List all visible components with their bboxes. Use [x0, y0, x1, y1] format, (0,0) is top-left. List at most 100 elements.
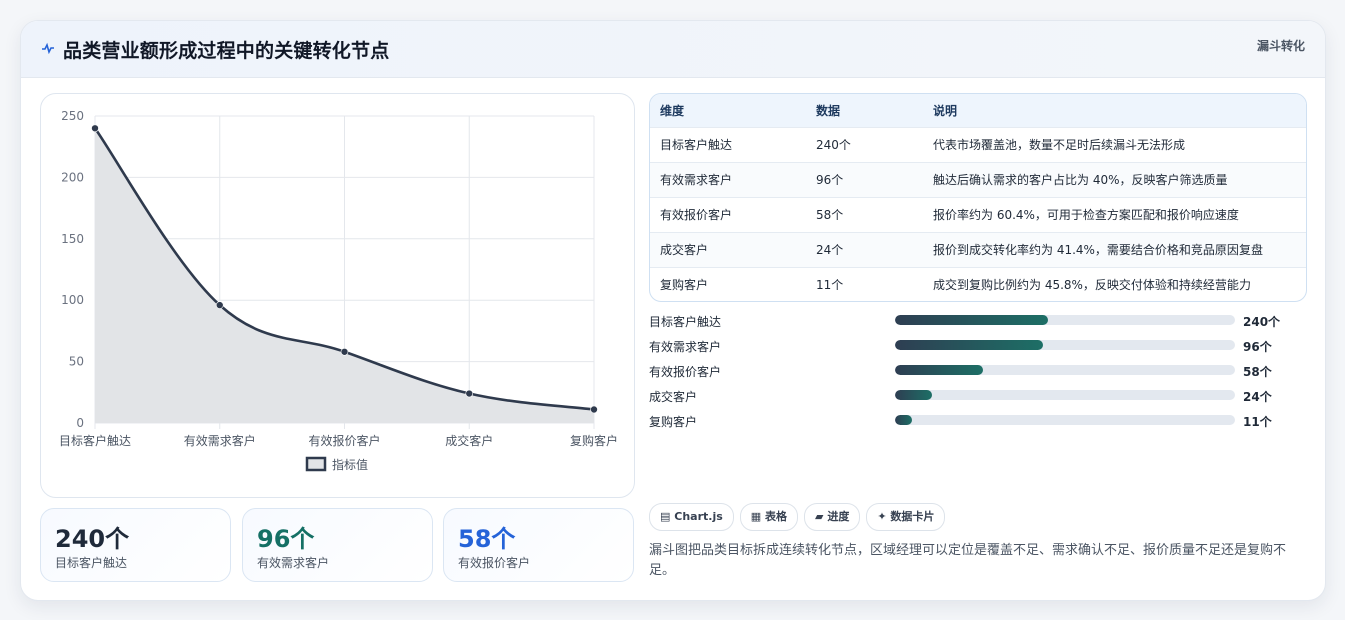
- table-header-row: 维度 数据 说明: [650, 94, 1306, 127]
- table-cell: 24个: [806, 231, 923, 267]
- table-cell: 目标客户触达: [650, 126, 806, 162]
- line-chart[interactable]: 0 50 100 150 200 250 目标客户触达 有效需求客户 有效报价客户 成交客户 复购客…: [41, 94, 634, 497]
- x-tick-label: 有效需求客户: [184, 433, 256, 448]
- x-tick-label: 复购客户: [570, 433, 618, 448]
- progress-value: 240个: [1243, 315, 1281, 329]
- progress-track: [895, 340, 1235, 350]
- progress-icon: ▰: [815, 510, 824, 523]
- progress-track: [895, 315, 1235, 325]
- table-cell: 报价到成交转化率约为 41.4%，需要结合价格和竞品原因复盘: [923, 231, 1306, 267]
- data-point: [91, 124, 99, 133]
- data-point: [340, 347, 349, 356]
- tag-list: ▤ Chart.js ▦ 表格 ▰ 进度 ✦ 数据卡片: [649, 503, 951, 531]
- page-title: 品类营业额形成过程中的关键转化节点: [63, 40, 390, 62]
- progress-label: 成交客户: [649, 390, 698, 404]
- stat-value: 240个: [55, 525, 130, 553]
- stat-card-0: 240个 目标客户触达: [40, 508, 231, 582]
- stat-card-2: 58个 有效报价客户: [443, 508, 634, 582]
- pulse-icon: [42, 42, 54, 54]
- y-tick-label: 50: [69, 355, 84, 369]
- x-tick-label: 有效报价客户: [308, 433, 380, 448]
- progress-row: 有效报价客户 58个: [649, 363, 1309, 388]
- table-icon: ▦: [750, 510, 762, 523]
- table-cell: 复购客户: [650, 266, 806, 301]
- tag-chartjs[interactable]: ▤ Chart.js: [649, 503, 734, 531]
- progress-fill: [895, 390, 932, 400]
- data-point: [590, 405, 598, 414]
- progress-value: 96个: [1243, 340, 1272, 354]
- tag-progress[interactable]: ▰ 进度: [804, 503, 861, 531]
- y-tick-label: 150: [61, 232, 84, 246]
- progress-label: 复购客户: [649, 415, 698, 429]
- table-cell: 有效报价客户: [650, 196, 806, 232]
- y-tick-label: 100: [61, 293, 84, 307]
- progress-track: [895, 365, 1235, 375]
- progress-fill: [895, 315, 1048, 325]
- progress-row: 复购客户 11个: [649, 413, 1309, 438]
- table-row: 复购客户 11个 成交到复购比例约为 45.8%，反映交付体验和持续经营能力: [650, 266, 1306, 301]
- progress-label: 有效需求客户: [649, 340, 722, 354]
- stat-label: 有效需求客户: [257, 556, 330, 570]
- progress-row: 成交客户 24个: [649, 388, 1309, 413]
- table-cell: 成交到复购比例约为 45.8%，反映交付体验和持续经营能力: [923, 266, 1306, 301]
- data-table: 维度 数据 说明 目标客户触达 240个 代表市场覆盖池，数量不足时后续漏斗无法…: [650, 94, 1306, 301]
- table-cell: 240个: [806, 126, 923, 162]
- type-badge: 漏斗转化: [1256, 39, 1305, 53]
- progress-row: 目标客户触达 240个: [649, 313, 1309, 338]
- table-header: 数据: [816, 103, 841, 118]
- table-row: 有效报价客户 58个 报价率约为 60.4%，可用于检查方案匹配和报价响应速度: [650, 196, 1306, 232]
- progress-label: 目标客户触达: [649, 315, 722, 329]
- tag-label: 进度: [827, 510, 850, 523]
- description-text: 漏斗图把品类目标拆成连续转化节点，区域经理可以定位是覆盖不足、需求确认不足、报价…: [649, 543, 1287, 578]
- stat-value: 96个: [257, 525, 315, 553]
- table-cell: 报价率约为 60.4%，可用于检查方案匹配和报价响应速度: [923, 196, 1306, 232]
- stat-label: 有效报价客户: [458, 556, 531, 570]
- progress-fill: [895, 340, 1043, 350]
- y-tick-label: 200: [61, 170, 84, 184]
- table-cell: 11个: [806, 266, 923, 301]
- chart-icon: ▤: [660, 510, 671, 523]
- progress-row: 有效需求客户 96个: [649, 338, 1309, 363]
- card-icon: ✦: [877, 510, 887, 523]
- x-tick-label: 目标客户触达: [59, 433, 131, 448]
- table-cell: 有效需求客户: [650, 161, 806, 197]
- data-table-panel: 维度 数据 说明 目标客户触达 240个 代表市场覆盖池，数量不足时后续漏斗无法…: [649, 93, 1307, 302]
- progress-value: 24个: [1243, 390, 1272, 404]
- table-row: 目标客户触达 240个 代表市场覆盖池，数量不足时后续漏斗无法形成: [650, 126, 1306, 162]
- table-cell: 96个: [806, 161, 923, 197]
- progress-track: [895, 390, 1235, 400]
- progress-label: 有效报价客户: [649, 365, 722, 379]
- table-header: 说明: [933, 103, 958, 118]
- table-row: 有效需求客户 96个 触达后确认需求的客户占比为 40%，反映客户筛选质量: [650, 161, 1306, 197]
- table-cell: 代表市场覆盖池，数量不足时后续漏斗无法形成: [923, 126, 1306, 162]
- progress-fill: [895, 415, 912, 425]
- progress-fill: [895, 365, 984, 375]
- stat-label: 目标客户触达: [55, 556, 128, 570]
- progress-track: [895, 415, 1235, 425]
- tag-table[interactable]: ▦ 表格: [739, 503, 799, 531]
- tag-data-card[interactable]: ✦ 数据卡片: [866, 503, 946, 531]
- progress-list: 目标客户触达 240个 有效需求客户 96个 有效报价客户 58个 成交客户 2…: [649, 313, 1309, 438]
- y-tick-label: 250: [61, 109, 84, 123]
- table-header: 维度: [660, 103, 685, 118]
- progress-value: 11个: [1243, 415, 1272, 429]
- table-row: 成交客户 24个 报价到成交转化率约为 41.4%，需要结合价格和竞品原因复盘: [650, 231, 1306, 267]
- dashboard-card: 品类营业额形成过程中的关键转化节点 漏斗转化 0 50 100 150 200 250 目标…: [20, 20, 1326, 601]
- progress-value: 58个: [1243, 365, 1272, 379]
- tag-label: 数据卡片: [890, 510, 935, 523]
- data-point: [465, 389, 474, 398]
- y-tick-label: 0: [76, 416, 84, 430]
- data-point: [215, 301, 224, 309]
- table-cell: 58个: [806, 196, 923, 232]
- card-header: 品类营业额形成过程中的关键转化节点 漏斗转化: [21, 21, 1325, 78]
- table-cell: 触达后确认需求的客户占比为 40%，反映客户筛选质量: [923, 161, 1306, 197]
- legend-swatch: [305, 456, 327, 472]
- table-cell: 成交客户: [650, 231, 806, 267]
- chart-panel: 0 50 100 150 200 250 目标客户触达 有效需求客户 有效报价客户 成交客户 复购客…: [40, 93, 635, 498]
- x-tick-label: 成交客户: [445, 433, 493, 448]
- tag-label: 表格: [765, 510, 788, 523]
- tag-label: Chart.js: [674, 510, 723, 523]
- legend-label: 指标值: [332, 457, 368, 472]
- stat-card-1: 96个 有效需求客户: [242, 508, 433, 582]
- stat-value: 58个: [458, 525, 516, 553]
